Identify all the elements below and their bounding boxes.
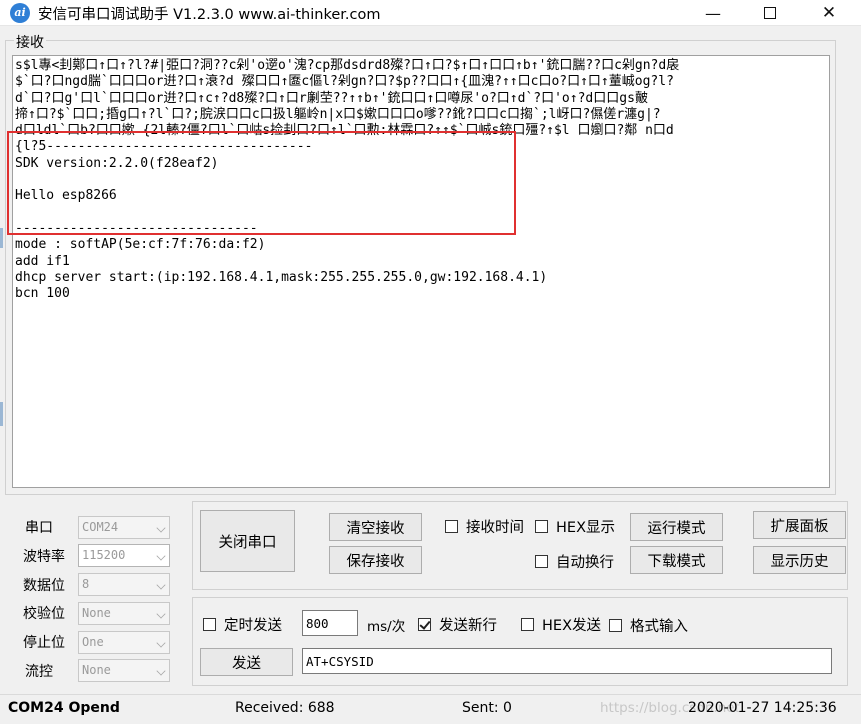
close-button[interactable]: ✕ [806, 0, 852, 26]
window-edge [851, 26, 861, 694]
parity-label: 校验位 [23, 606, 65, 622]
sent-count: Sent: 0 [462, 700, 512, 716]
chevron-down-icon [156, 609, 166, 619]
hex-display-label: HEX显示 [556, 520, 615, 536]
chevron-down-icon [156, 666, 166, 676]
close-port-button[interactable]: 关闭串口 [200, 510, 295, 572]
databits-label: 数据位 [23, 578, 65, 594]
checkbox-box [445, 520, 458, 533]
receive-time-checkbox[interactable]: 接收时间 [445, 516, 524, 537]
timed-send-label: 定时发送 [224, 618, 282, 634]
maximize-icon [764, 7, 776, 19]
receive-line: dhcp server start:(ip:192.168.4.1,mask:2… [15, 269, 548, 285]
chevron-down-icon [156, 638, 166, 648]
edge-artifact [0, 402, 3, 426]
hex-send-checkbox[interactable]: HEX发送 [521, 614, 601, 635]
timed-send-checkbox[interactable]: 定时发送 [203, 614, 282, 635]
auto-wrap-checkbox[interactable]: 自动换行 [535, 551, 614, 572]
flow-label: 流控 [25, 664, 53, 680]
parity-value: None [82, 606, 111, 620]
checkmark-icon [418, 618, 431, 631]
interval-unit: ms/次 [367, 619, 406, 635]
run-mode-button[interactable]: 运行模式 [630, 513, 723, 541]
parity-select[interactable]: None [78, 602, 170, 625]
receive-line: d`口?口g'口l`口口口or逬?口↑c↑?d8殩?口↑口r劆茔??↑↑b↑'銃… [15, 90, 648, 106]
format-input-checkbox[interactable]: 格式输入 [609, 615, 688, 636]
chevron-down-icon [156, 551, 166, 561]
receive-line: mode : softAP(5e:cf:7f:76:da:f2) [15, 237, 266, 253]
receive-line: $`口?口ngd腨`口口口or逬?口↑滖?d 殩口口↑匲c傴l?剁gn?口?$p… [15, 74, 674, 90]
receive-line: s$l專<刲鄚口↑口↑?l?#|弫口?洞??c剁'o遻o'溾?cp那dsdrd8… [15, 58, 680, 73]
baud-select[interactable]: 115200 [78, 544, 170, 567]
checkbox-box [609, 619, 622, 632]
maximize-button[interactable] [747, 0, 793, 26]
receive-time-label: 接收时间 [466, 520, 524, 536]
stopbits-select[interactable]: One [78, 631, 170, 654]
databits-value: 8 [82, 577, 90, 591]
flow-select[interactable]: None [78, 659, 170, 682]
receive-group-label: 接收 [14, 32, 46, 52]
status-bar: COM24 Opend Received: 688 Sent: 0 https:… [0, 694, 861, 724]
baud-value: 115200 [82, 548, 126, 562]
receive-textarea[interactable]: s$l專<刲鄚口↑口↑?l?#|弫口?洞??c剁'o遻o'溾?cp那dsdrd8… [12, 55, 830, 488]
chevron-down-icon [156, 580, 166, 590]
hex-display-checkbox[interactable]: HEX显示 [535, 516, 615, 537]
baud-label: 波特率 [23, 549, 65, 565]
databits-select[interactable]: 8 [78, 573, 170, 596]
port-select[interactable]: COM24 [78, 516, 170, 539]
send-command-input[interactable] [302, 648, 832, 674]
clear-receive-button[interactable]: 清空接收 [329, 513, 422, 541]
format-input-label: 格式输入 [630, 619, 688, 635]
title-bar: ai 安信可串口调试助手 V1.2.3.0 www.ai-thinker.com… [0, 0, 861, 26]
stopbits-label: 停止位 [23, 635, 65, 651]
received-count: Received: 688 [235, 700, 335, 716]
stopbits-value: One [82, 635, 104, 649]
window-title: 安信可串口调试助手 V1.2.3.0 www.ai-thinker.com [38, 7, 381, 23]
checkbox-box [535, 555, 548, 568]
send-newline-checkbox[interactable]: 发送新行 [418, 614, 497, 635]
datetime: 2020-01-27 14:25:36 [688, 700, 837, 716]
show-history-button[interactable]: 显示历史 [753, 546, 846, 574]
app-logo-icon: ai [10, 3, 30, 23]
flow-value: None [82, 663, 111, 677]
send-newline-label: 发送新行 [439, 618, 497, 634]
auto-wrap-label: 自动换行 [556, 555, 614, 571]
minimize-button[interactable]: — [690, 0, 736, 26]
receive-line: add if1 [15, 253, 70, 269]
port-value: COM24 [82, 520, 119, 534]
checkbox-box [535, 520, 548, 533]
receive-line: 揥↑口?$`口口;捪g口↑?l`口?;脘涙口口c口扱l軀岭n|x口$嫰口口口o嗲… [15, 106, 661, 122]
receive-line: bcn 100 [15, 286, 70, 302]
expand-panel-button[interactable]: 扩展面板 [753, 511, 846, 539]
save-receive-button[interactable]: 保存接收 [329, 546, 422, 574]
chevron-down-icon [156, 523, 166, 533]
download-mode-button[interactable]: 下载模式 [630, 546, 723, 574]
send-button[interactable]: 发送 [200, 648, 293, 676]
hex-send-label: HEX发送 [542, 618, 601, 634]
interval-input[interactable] [302, 610, 358, 636]
checkbox-box [521, 618, 534, 631]
edge-artifact [0, 228, 3, 248]
port-state: COM24 Opend [8, 700, 120, 716]
port-label: 串口 [25, 520, 53, 536]
checkbox-box [203, 618, 216, 631]
highlight-annotation [7, 131, 516, 235]
